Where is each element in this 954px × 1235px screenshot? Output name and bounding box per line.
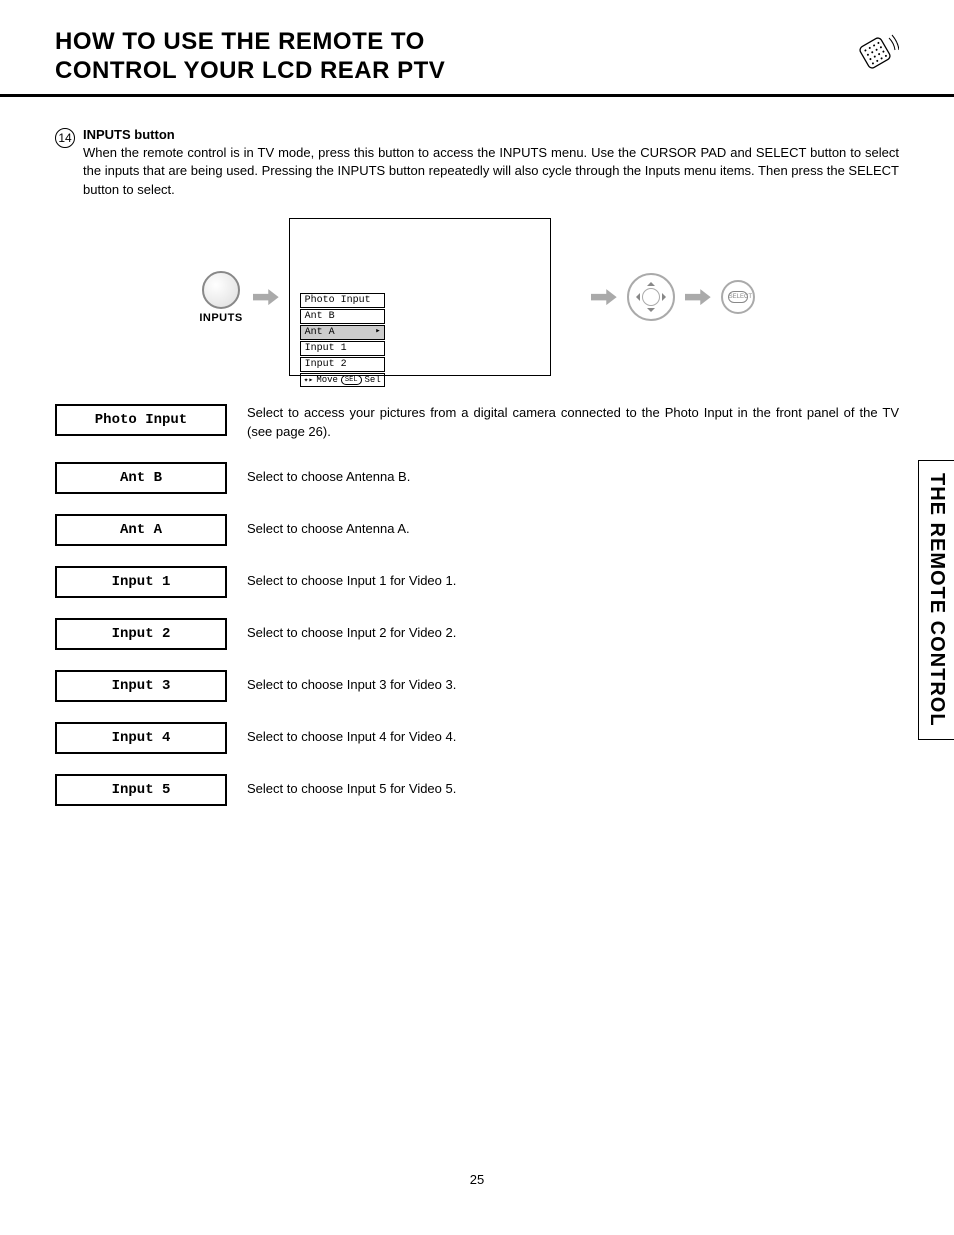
section-title: INPUTS button	[83, 127, 899, 142]
menu-item-ant-b: Ant B	[300, 309, 385, 324]
option-row-input-4: Input 4 Select to choose Input 4 for Vid…	[55, 722, 899, 754]
option-row-ant-b: Ant B Select to choose Antenna B.	[55, 462, 899, 494]
option-desc: Select to access your pictures from a di…	[247, 404, 899, 442]
options-table: Photo Input Select to access your pictur…	[55, 404, 899, 806]
option-label: Input 3	[55, 670, 227, 702]
option-desc: Select to choose Antenna A.	[247, 520, 899, 539]
option-row-ant-a: Ant A Select to choose Antenna A.	[55, 514, 899, 546]
inputs-button-label: INPUTS	[199, 312, 242, 324]
option-row-photo-input: Photo Input Select to access your pictur…	[55, 404, 899, 442]
menu-item-ant-a: Ant A	[300, 325, 385, 340]
option-label: Input 5	[55, 774, 227, 806]
menu-item-input-1: Input 1	[300, 341, 385, 356]
side-tab: THE REMOTE CONTROL	[918, 460, 954, 740]
menu-item-input-2: Input 2	[300, 357, 385, 372]
option-desc: Select to choose Input 1 for Video 1.	[247, 572, 899, 591]
option-desc: Select to choose Input 3 for Video 3.	[247, 676, 899, 695]
select-button-icon: SELECT	[721, 280, 755, 314]
option-label: Input 2	[55, 618, 227, 650]
menu-hint: ✦▸ Move SEL Sel	[300, 373, 385, 387]
menu-hint-move: Move	[316, 375, 338, 385]
page-number: 25	[0, 1172, 954, 1187]
cursor-pad-icon	[627, 273, 675, 321]
option-row-input-5: Input 5 Select to choose Input 5 for Vid…	[55, 774, 899, 806]
option-label: Input 1	[55, 566, 227, 598]
section-body: INPUTS button When the remote control is…	[83, 127, 899, 201]
arrow-right-icon	[591, 289, 617, 305]
option-row-input-1: Input 1 Select to choose Input 1 for Vid…	[55, 566, 899, 598]
select-button-inner-label: SELECT	[728, 291, 748, 303]
section-text: When the remote control is in TV mode, p…	[83, 144, 899, 201]
remote-icon	[851, 32, 899, 79]
option-label: Ant A	[55, 514, 227, 546]
option-row-input-3: Input 3 Select to choose Input 3 for Vid…	[55, 670, 899, 702]
section-inputs-button: 14 INPUTS button When the remote control…	[55, 127, 899, 201]
option-desc: Select to choose Input 4 for Video 4.	[247, 728, 899, 747]
option-label: Photo Input	[55, 404, 227, 436]
content: 14 INPUTS button When the remote control…	[0, 97, 954, 806]
menu-item-photo-input: Photo Input	[300, 293, 385, 308]
option-label: Ant B	[55, 462, 227, 494]
option-desc: Select to choose Antenna B.	[247, 468, 899, 487]
option-row-input-2: Input 2 Select to choose Input 2 for Vid…	[55, 618, 899, 650]
option-desc: Select to choose Input 5 for Video 5.	[247, 780, 899, 799]
page-header: HOW TO USE THE REMOTE TO CONTROL YOUR LC…	[0, 0, 954, 97]
page-title: HOW TO USE THE REMOTE TO CONTROL YOUR LC…	[55, 28, 445, 86]
sel-chip-icon: SEL	[341, 375, 362, 385]
arrow-right-icon	[253, 289, 279, 305]
option-label: Input 4	[55, 722, 227, 754]
inputs-button-figure: INPUTS	[199, 271, 242, 324]
figure-row: INPUTS Photo Input Ant B Ant A Input 1 I…	[55, 218, 899, 376]
menu-hint-sel: Sel	[365, 375, 381, 385]
arrow-right-icon	[685, 289, 711, 305]
circled-number-icon: 14	[55, 128, 75, 148]
inputs-menu-screen: Photo Input Ant B Ant A Input 1 Input 2 …	[289, 218, 551, 376]
title-line-2: CONTROL YOUR LCD REAR PTV	[55, 57, 445, 84]
inputs-button-icon	[202, 271, 240, 309]
move-arrows-icon: ✦▸	[304, 375, 314, 385]
title-line-1: HOW TO USE THE REMOTE TO	[55, 28, 425, 55]
option-desc: Select to choose Input 2 for Video 2.	[247, 624, 899, 643]
